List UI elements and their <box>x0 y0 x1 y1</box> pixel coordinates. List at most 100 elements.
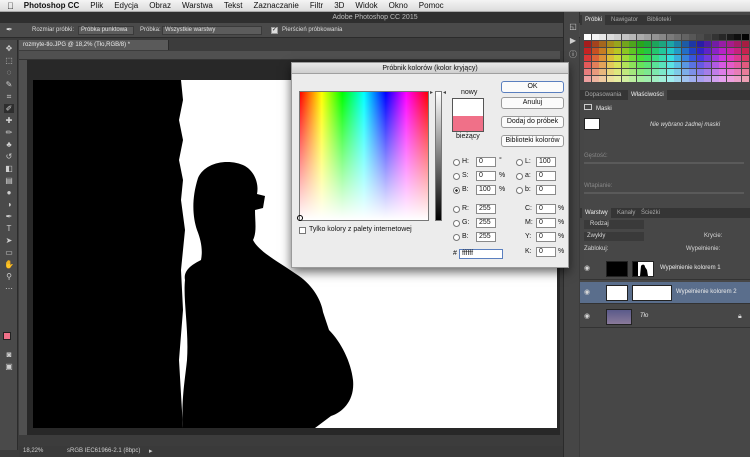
swatch[interactable] <box>681 76 689 82</box>
tab-swatches[interactable]: Próbki <box>582 15 606 25</box>
swatch[interactable] <box>711 69 719 75</box>
swatch[interactable] <box>704 62 711 68</box>
radio-s[interactable] <box>453 173 460 180</box>
swatch[interactable] <box>644 62 651 68</box>
swatch[interactable] <box>599 55 606 61</box>
swatch[interactable] <box>696 76 704 82</box>
color-field[interactable] <box>297 91 429 221</box>
quick-select-icon[interactable]: ✎ <box>4 80 14 89</box>
swatch[interactable] <box>734 76 741 82</box>
tab-navigator[interactable]: Nawigator <box>608 15 641 25</box>
swatch[interactable] <box>719 62 726 68</box>
swatch[interactable] <box>674 48 681 54</box>
swatch[interactable] <box>734 55 741 61</box>
swatch[interactable] <box>719 55 726 61</box>
swatch[interactable] <box>621 76 629 82</box>
radio-g[interactable] <box>453 220 460 227</box>
swatch[interactable] <box>726 48 734 54</box>
color-libraries-button[interactable]: Biblioteki kolorów <box>501 135 564 147</box>
menu-obraz[interactable]: Obraz <box>149 1 171 10</box>
crop-tool-icon[interactable]: ⌗ <box>4 92 14 101</box>
eyedropper-icon[interactable]: ✒ <box>6 25 13 35</box>
y-input[interactable]: 0 <box>536 232 556 242</box>
swatch[interactable] <box>741 55 749 61</box>
quick-mask-icon[interactable]: ◙ <box>4 350 14 359</box>
swatch[interactable] <box>659 69 666 75</box>
swatch[interactable] <box>651 62 659 68</box>
swatch[interactable] <box>666 34 674 40</box>
swatch[interactable] <box>659 55 666 61</box>
radio-r[interactable] <box>453 206 460 213</box>
swatch[interactable] <box>629 48 636 54</box>
swatch[interactable] <box>711 34 719 40</box>
swatch[interactable] <box>584 76 591 82</box>
swatch[interactable] <box>711 76 719 82</box>
menu-widok[interactable]: Widok <box>355 1 377 10</box>
menu-plik[interactable]: Plik <box>90 1 103 10</box>
swatch[interactable] <box>621 48 629 54</box>
info-panel-icon[interactable]: ⓘ <box>568 50 578 59</box>
swatch[interactable] <box>644 48 651 54</box>
swatch[interactable] <box>674 34 681 40</box>
s-input[interactable]: 0 <box>476 171 496 181</box>
swatch[interactable] <box>599 48 606 54</box>
swatch[interactable] <box>614 48 621 54</box>
swatch[interactable] <box>696 62 704 68</box>
hex-input[interactable]: ffffff <box>459 249 503 259</box>
swatch[interactable] <box>599 34 606 40</box>
lab-b-input[interactable]: 0 <box>536 185 556 195</box>
swatch[interactable] <box>666 48 674 54</box>
swatch[interactable] <box>689 69 696 75</box>
radio-rgb-b[interactable] <box>453 234 460 241</box>
swatch[interactable] <box>614 41 621 47</box>
zoom-level[interactable]: 18,22% <box>23 446 43 457</box>
swatch[interactable] <box>629 62 636 68</box>
swatch[interactable] <box>584 48 591 54</box>
swatch[interactable] <box>696 69 704 75</box>
swatch[interactable] <box>614 69 621 75</box>
swatch[interactable] <box>659 34 666 40</box>
blend-mode-select[interactable]: Zwykły <box>584 232 644 241</box>
sample-size-select[interactable]: Próbka punktowa <box>78 26 134 35</box>
swatch[interactable] <box>726 69 734 75</box>
status-arrow-icon[interactable]: ▸ <box>149 446 153 457</box>
swatch[interactable] <box>726 76 734 82</box>
swatch[interactable] <box>606 34 614 40</box>
brush-tool-icon[interactable]: ✏ <box>4 128 14 137</box>
swatch[interactable] <box>644 34 651 40</box>
swatch[interactable] <box>734 62 741 68</box>
swatch[interactable] <box>629 69 636 75</box>
swatch[interactable] <box>726 62 734 68</box>
menu-warstwa[interactable]: Warstwa <box>182 1 213 10</box>
swatch[interactable] <box>644 55 651 61</box>
radio-h[interactable] <box>453 159 460 166</box>
swatch[interactable] <box>681 69 689 75</box>
marquee-tool-icon[interactable]: ⬚ <box>4 56 14 65</box>
blur-tool-icon[interactable]: ● <box>4 188 14 197</box>
eyedropper-tool-icon[interactable]: ✐ <box>4 104 14 113</box>
swatch[interactable] <box>659 62 666 68</box>
swatch[interactable] <box>674 55 681 61</box>
swatch[interactable] <box>704 34 711 40</box>
zoom-tool-icon[interactable]: ⚲ <box>4 272 14 281</box>
swatch[interactable] <box>689 76 696 82</box>
density-slider[interactable] <box>584 162 744 164</box>
sample-select[interactable]: Wszystkie warstwy <box>162 26 262 35</box>
swatch[interactable] <box>614 76 621 82</box>
swatch[interactable] <box>659 48 666 54</box>
swatch[interactable] <box>584 55 591 61</box>
menu-pomoc[interactable]: Pomoc <box>419 1 444 10</box>
swatch[interactable] <box>711 55 719 61</box>
swatch[interactable] <box>741 69 749 75</box>
swatch[interactable] <box>681 62 689 68</box>
swatch[interactable] <box>636 41 644 47</box>
swatch[interactable] <box>719 69 726 75</box>
eraser-tool-icon[interactable]: ◧ <box>4 164 14 173</box>
swatch[interactable] <box>741 48 749 54</box>
slider-arrow-left-icon[interactable]: ▸ <box>430 89 433 96</box>
swatch[interactable] <box>591 41 599 47</box>
swatch[interactable] <box>629 55 636 61</box>
slider-arrow-right-icon[interactable]: ◂ <box>443 89 446 96</box>
swatch[interactable] <box>636 62 644 68</box>
eye-icon[interactable]: ◉ <box>584 313 592 320</box>
